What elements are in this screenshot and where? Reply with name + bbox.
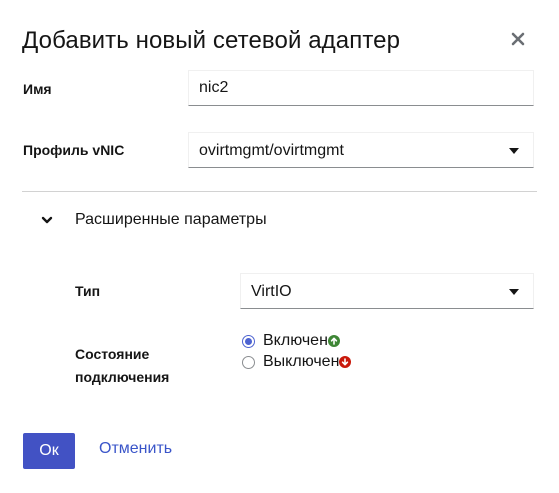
type-value: VirtIO bbox=[251, 283, 292, 300]
link-up-label: Включен bbox=[263, 332, 328, 349]
link-state-option-down[interactable]: Выключен bbox=[242, 352, 352, 372]
link-state-label-line2: подключения bbox=[75, 369, 170, 385]
caret-down-icon bbox=[509, 289, 519, 295]
close-icon[interactable] bbox=[511, 32, 525, 46]
advanced-parameters-label: Расширенные параметры bbox=[75, 211, 267, 228]
dialog-title: Добавить новый сетевой адаптер bbox=[22, 27, 401, 54]
name-input[interactable] bbox=[188, 70, 534, 106]
link-down-label: Выключен bbox=[263, 353, 340, 370]
type-label: Тип bbox=[75, 283, 101, 299]
radio-down[interactable] bbox=[242, 355, 255, 369]
arrow-down-circle-icon bbox=[339, 356, 352, 368]
divider bbox=[22, 191, 537, 192]
cancel-button[interactable]: Отменить bbox=[99, 440, 172, 458]
vnic-profile-select[interactable]: ovirtmgmt/ovirtmgmt bbox=[188, 132, 534, 168]
vnic-profile-label: Профиль vNIC bbox=[23, 142, 125, 158]
link-state-label-line1: Состояние bbox=[75, 346, 150, 362]
ok-button[interactable]: Ок bbox=[23, 433, 75, 469]
arrow-up-circle-icon bbox=[327, 335, 340, 347]
name-label: Имя bbox=[23, 81, 52, 97]
caret-down-icon bbox=[509, 148, 519, 154]
radio-up[interactable] bbox=[242, 334, 255, 348]
advanced-parameters-toggle[interactable]: Расширенные параметры bbox=[40, 208, 267, 232]
link-state-option-up[interactable]: Включен bbox=[242, 331, 340, 351]
vnic-profile-value: ovirtmgmt/ovirtmgmt bbox=[199, 142, 344, 159]
link-state-label: Состояние подключения bbox=[75, 343, 169, 389]
type-select[interactable]: VirtIO bbox=[240, 273, 534, 309]
chevron-down-icon bbox=[40, 213, 54, 227]
add-network-adapter-dialog: Добавить новый сетевой адаптер Имя Профи… bbox=[0, 0, 559, 493]
